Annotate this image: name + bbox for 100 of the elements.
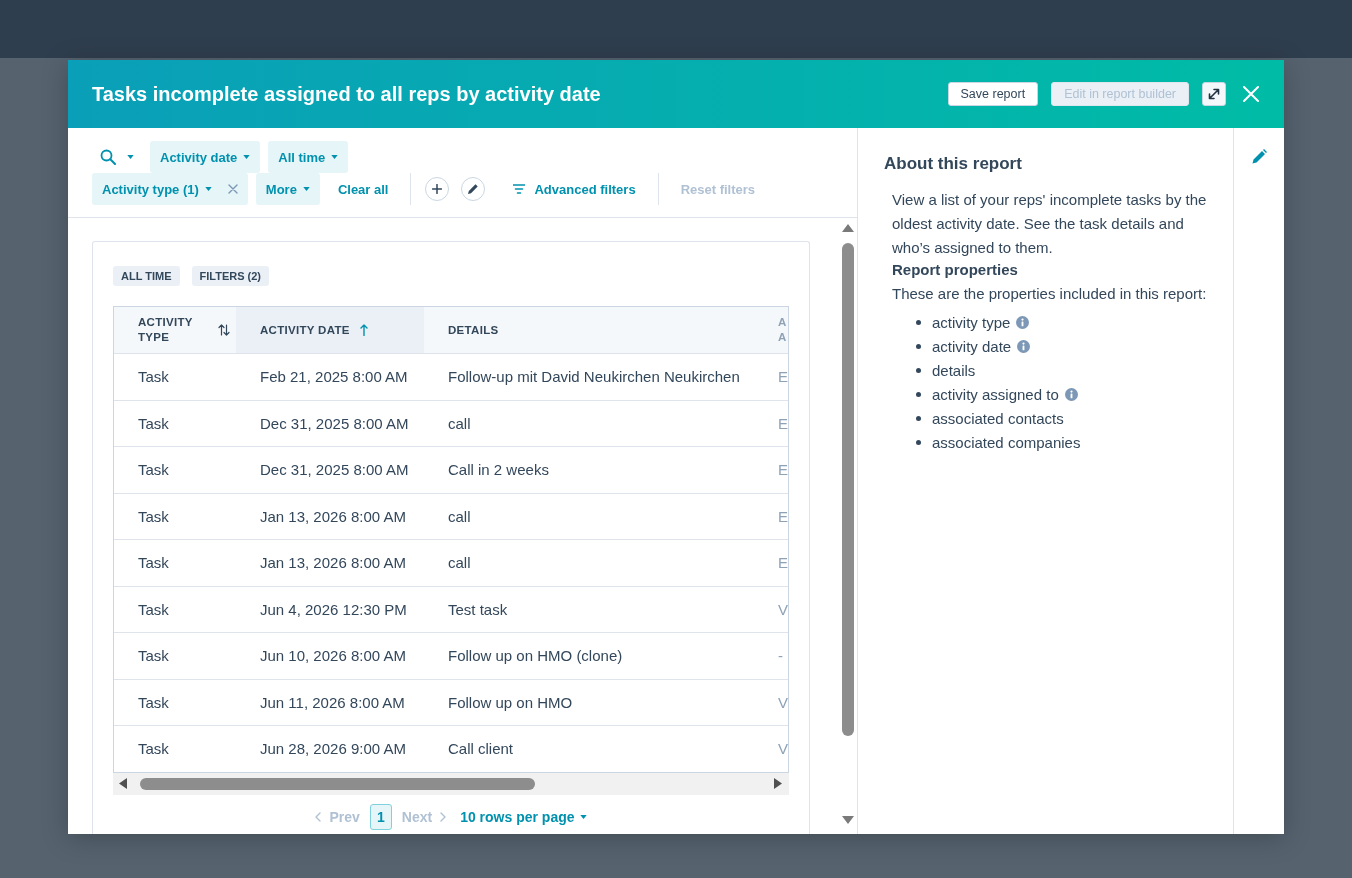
table-cell-text: V — [777, 739, 788, 760]
column-header: DETAILS — [424, 307, 776, 353]
scrollbar-thumb[interactable] — [842, 243, 854, 736]
pencil-icon — [467, 183, 480, 195]
bullet-icon — [916, 367, 921, 373]
table-cell-text: E — [777, 506, 788, 527]
table-cell-text: E — [777, 367, 788, 388]
table-cell-text: Feb 21, 2025 8:00 AM — [259, 367, 409, 388]
info-icon[interactable] — [1064, 387, 1078, 401]
info-icon[interactable] — [1016, 315, 1030, 329]
remove-icon[interactable] — [227, 184, 238, 194]
table-cell-text: call — [447, 553, 472, 574]
table-cell-text: Follow up on HMO (clone) — [447, 646, 624, 667]
date-filter-chip[interactable]: All time — [268, 141, 349, 173]
close-button[interactable] — [1243, 86, 1259, 102]
scroll-right-icon[interactable] — [774, 778, 782, 789]
table-cell-text: V — [777, 599, 788, 620]
sort-ascending-icon — [359, 324, 368, 336]
property-name: associated companies — [932, 433, 1081, 451]
table-cell-text: Task — [137, 506, 170, 527]
filter-chip[interactable]: Activity type (1) — [92, 173, 248, 205]
column-header[interactable]: ACTIVITY TYPE — [114, 307, 236, 353]
table-cell-text: Task — [137, 739, 170, 760]
filter-chip[interactable]: More — [255, 173, 320, 205]
table-cell-text: Task — [137, 413, 170, 434]
info-icon[interactable] — [1017, 339, 1031, 353]
close-icon — [1243, 86, 1259, 102]
table-cell-text: Jun 10, 2026 8:00 AM — [259, 646, 407, 667]
dialog-title: Tasks incomplete assigned to all reps by activity date — [92, 82, 602, 106]
edit-filters-button[interactable] — [461, 177, 486, 201]
caret-icon — [302, 187, 310, 191]
table-cell-text: Test task — [447, 599, 509, 620]
column-header: A A — [776, 307, 788, 353]
scroll-down-icon[interactable] — [842, 816, 854, 824]
caret-icon — [331, 155, 339, 159]
table-cell-text: Jun 11, 2026 8:00 AM — [259, 692, 406, 713]
caret-icon — [127, 155, 134, 159]
scroll-up-icon[interactable] — [842, 224, 854, 232]
property-name: details — [932, 361, 976, 379]
table-cell-text: Follow-up mit David Neukirchen Neukirchen — [447, 367, 741, 388]
report-description: View a list of your reps' incomplete tasks by the oldest activity date. See the task details and who’s assigned to them. — [892, 190, 1208, 258]
bullet-icon — [916, 415, 921, 421]
save-report-button[interactable]: Save report — [947, 82, 1039, 106]
column-header[interactable]: ACTIVITY DATE — [236, 307, 424, 353]
report-tag: FILTERS (2) — [191, 266, 270, 286]
horizontal-scrollbar[interactable] — [113, 772, 789, 795]
date-filter-chip[interactable]: Activity date — [150, 141, 261, 173]
chevron-left-icon — [315, 811, 322, 822]
table-cell-text: Task — [137, 367, 170, 388]
table-cell-text: Jan 13, 2026 8:00 AM — [259, 553, 407, 574]
table-cell-text: Jun 4, 2026 12:30 PM — [259, 599, 408, 620]
properties-heading: Report properties — [892, 260, 1019, 280]
table-cell-text: call — [447, 506, 472, 527]
table-cell-text: Dec 31, 2025 8:00 AM — [259, 460, 410, 481]
plus-icon — [432, 184, 443, 194]
table-cell-text: Task — [137, 460, 170, 481]
caret-icon — [243, 155, 251, 159]
filter-icon — [513, 184, 526, 194]
property-name: activity type — [932, 313, 1011, 331]
table-cell-text: E — [777, 553, 788, 574]
bullet-icon — [916, 319, 921, 325]
caret-icon — [204, 187, 212, 191]
table-cell-text: Follow up on HMO — [447, 692, 574, 713]
bullet-icon — [916, 391, 921, 397]
table-cell-text: E — [777, 460, 788, 481]
table-cell-text: Dec 31, 2025 8:00 AM — [259, 413, 410, 434]
table-cell-text: Task — [137, 599, 170, 620]
table-cell-text: E — [777, 413, 788, 434]
table-cell-text: V — [777, 692, 788, 713]
chevron-right-icon — [440, 811, 447, 822]
clear-all-link[interactable]: Clear all — [327, 173, 399, 205]
table-cell-text: call — [447, 413, 472, 434]
report-tag: ALL TIME — [113, 266, 180, 286]
table-cell-text: - — [777, 646, 784, 667]
rows-per-page-button[interactable]: 10 rows per page — [456, 808, 591, 825]
scrollbar-thumb[interactable] — [140, 777, 535, 790]
expand-button[interactable] — [1202, 82, 1226, 106]
table-cell-text: Call client — [447, 739, 515, 760]
page-button[interactable]: 1 — [369, 803, 392, 830]
search-icon — [100, 149, 116, 165]
table-cell-text: Task — [137, 692, 170, 713]
add-filter-button[interactable] — [425, 177, 450, 201]
table-cell-text: Call in 2 weeks — [447, 460, 550, 481]
table-cell-text: Jan 13, 2026 8:00 AM — [259, 506, 407, 527]
bullet-icon — [916, 343, 921, 349]
table-cell-text: Jun 28, 2026 9:00 AM — [259, 739, 407, 760]
bullet-icon — [916, 439, 921, 445]
property-name: activity date — [932, 337, 1012, 355]
advanced-filters-button[interactable]: Advanced filters — [503, 173, 646, 205]
caret-icon — [579, 814, 587, 819]
property-name: associated contacts — [932, 409, 1064, 427]
property-name: activity assigned to — [932, 385, 1059, 403]
properties-intro: These are the properties included in this report: — [892, 284, 1208, 304]
table-cell-text: Task — [137, 553, 170, 574]
sort-icon — [218, 324, 230, 336]
expand-icon — [1207, 87, 1221, 101]
scroll-left-icon[interactable] — [119, 778, 127, 789]
pencil-icon[interactable] — [1251, 149, 1267, 165]
table-cell-text: Task — [137, 646, 170, 667]
about-title: About this report — [884, 153, 1023, 175]
